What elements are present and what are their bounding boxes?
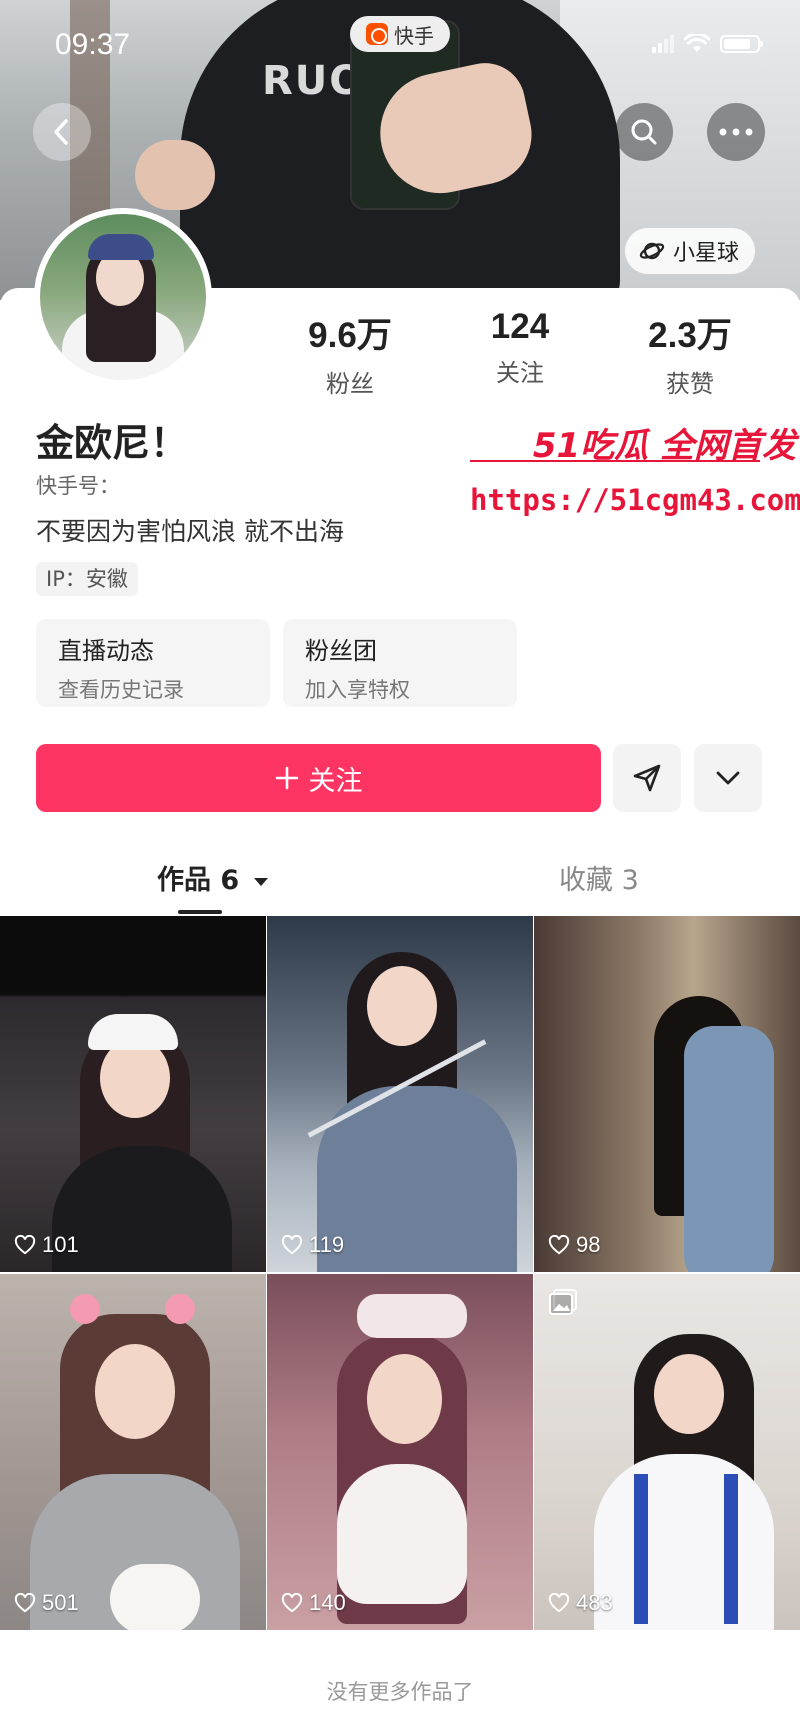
app-name: 快手 — [394, 23, 434, 48]
bio-text: 不要因为害怕风浪 就不出海 — [36, 517, 344, 546]
video-thumbnail[interactable]: 483 — [534, 1274, 800, 1630]
follow-button[interactable]: 关注 — [36, 744, 601, 812]
video-thumbnail[interactable]: 501 — [0, 1274, 266, 1630]
nickname: 金欧尼！ — [36, 421, 189, 465]
kuaishou-logo-icon — [366, 23, 388, 45]
profile-stats: 9.6万 粉丝 124 关注 2.3万 获赞 — [265, 307, 785, 399]
like-count: 119 — [281, 1232, 344, 1258]
watermark: 51吃瓜 全网首发 https://51cgm43.com — [470, 418, 800, 517]
like-count-value: 140 — [309, 1590, 346, 1615]
battery-icon — [720, 35, 763, 53]
fan-club-card[interactable]: 粉丝团 加入享特权 — [283, 619, 517, 707]
tab-favorites-label: 收藏 3 — [559, 865, 639, 896]
send-icon — [633, 764, 661, 792]
video-thumbnail[interactable]: 98 — [534, 916, 800, 1272]
planet-icon — [639, 242, 665, 260]
like-count: 483 — [548, 1590, 613, 1616]
watermark-line — [470, 460, 760, 462]
tab-favorites[interactable]: 收藏 3 — [559, 858, 639, 897]
end-of-list-text: 没有更多作品了 — [326, 1680, 474, 1704]
ip-badge: IP：安徽 — [36, 562, 138, 596]
video-thumbnail[interactable]: 101 — [0, 916, 266, 1272]
kuaishou-id-label: 快手号： — [36, 474, 120, 498]
planet-button[interactable]: 小星球 — [625, 228, 756, 274]
followers-label: 粉丝 — [326, 370, 374, 398]
heart-icon — [281, 1593, 303, 1613]
tab-indicator — [178, 910, 222, 914]
more-button[interactable] — [707, 103, 765, 161]
avatar[interactable] — [34, 208, 212, 386]
followers-count: 9.6万 — [308, 316, 392, 355]
heart-icon — [14, 1593, 36, 1613]
stat-followers[interactable]: 9.6万 粉丝 — [265, 307, 435, 399]
live-history-title: 直播动态 — [58, 637, 154, 665]
following-label: 关注 — [496, 359, 544, 387]
share-button[interactable] — [613, 744, 681, 812]
likes-label: 获赞 — [666, 370, 714, 398]
status-time: 09:37 — [55, 28, 131, 61]
video-grid: 101 119 98 501 140 483 — [0, 916, 800, 1630]
chevron-left-icon — [54, 119, 68, 145]
search-button[interactable] — [615, 103, 673, 161]
video-thumbnail[interactable]: 140 — [267, 1274, 533, 1630]
planet-label: 小星球 — [673, 241, 740, 266]
expand-button[interactable] — [694, 744, 762, 812]
like-count: 501 — [14, 1590, 79, 1616]
following-count: 124 — [490, 307, 550, 346]
heart-icon — [14, 1235, 36, 1255]
follow-label: 关注 — [308, 765, 363, 797]
stat-following[interactable]: 124 关注 — [435, 307, 605, 399]
signal-icon — [652, 35, 674, 53]
like-count-value: 101 — [42, 1232, 79, 1257]
like-count-value: 483 — [576, 1590, 613, 1615]
likes-count: 2.3万 — [648, 316, 732, 355]
chevron-down-icon — [716, 771, 740, 785]
live-history-card[interactable]: 直播动态 查看历史记录 — [36, 619, 270, 707]
fan-club-subtitle: 加入享特权 — [305, 678, 410, 702]
more-icon — [719, 128, 753, 136]
like-count: 98 — [548, 1232, 600, 1258]
back-button[interactable] — [33, 103, 91, 161]
watermark-url: https://51cgm43.com — [470, 483, 800, 517]
like-count-value: 501 — [42, 1590, 79, 1615]
like-count: 101 — [14, 1232, 79, 1258]
heart-icon — [281, 1235, 303, 1255]
like-count-value: 98 — [576, 1232, 601, 1257]
app-indicator: 快手 — [350, 16, 450, 52]
heart-icon — [548, 1593, 570, 1613]
tab-works-label: 作品 6 — [157, 865, 240, 896]
video-thumbnail[interactable]: 119 — [267, 916, 533, 1272]
like-count: 140 — [281, 1590, 346, 1616]
album-icon — [549, 1289, 577, 1315]
fan-club-title: 粉丝团 — [305, 637, 377, 665]
system-icons — [652, 34, 763, 54]
wifi-icon — [684, 34, 710, 52]
tab-works[interactable]: 作品 6 — [157, 858, 269, 897]
caret-down-icon — [253, 877, 268, 886]
like-count-value: 119 — [309, 1232, 345, 1257]
live-history-subtitle: 查看历史记录 — [58, 678, 184, 702]
search-icon — [631, 119, 657, 145]
heart-icon — [548, 1235, 570, 1255]
plus-icon — [275, 766, 298, 790]
stat-likes[interactable]: 2.3万 获赞 — [605, 307, 775, 399]
